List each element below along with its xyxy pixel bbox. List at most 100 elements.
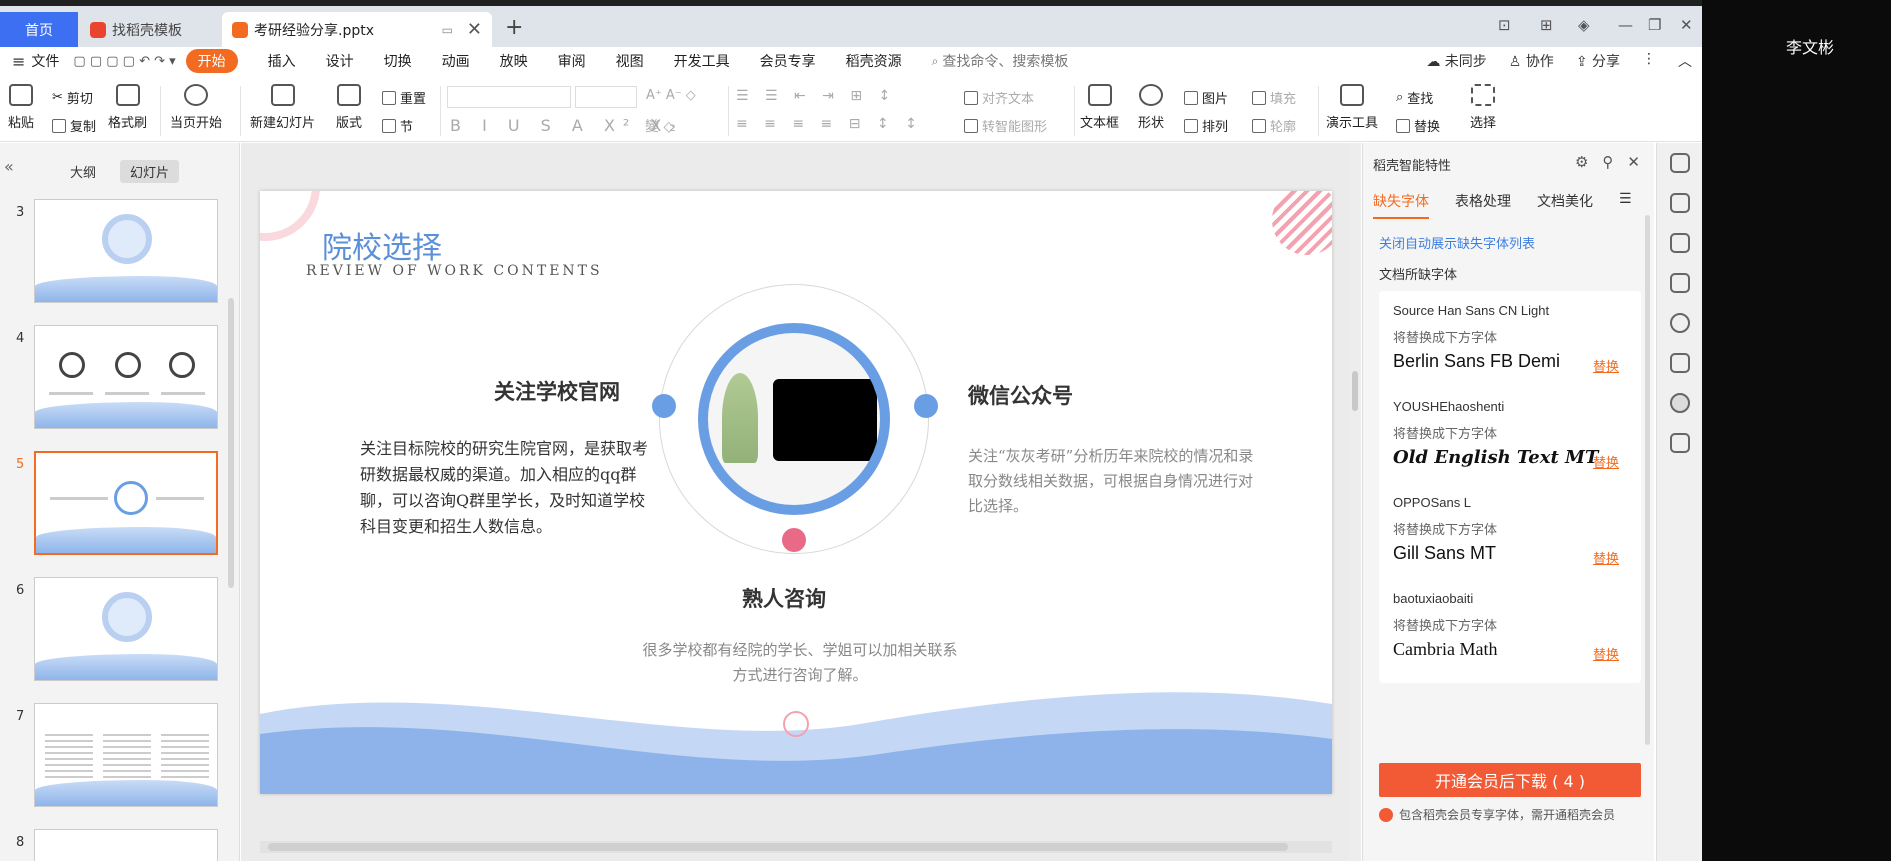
shape-button[interactable]: 形状 <box>1138 84 1164 131</box>
paste-button[interactable]: 粘贴 <box>8 84 34 131</box>
reset-button[interactable]: 重置 <box>382 88 426 107</box>
left-body-text[interactable]: 关注目标院校的研究生院官网，是获取考研数据最权威的渠道。加入相应的qq群聊，可以… <box>360 436 650 540</box>
sync-button[interactable]: ☁ 未同步 <box>1426 51 1486 71</box>
copy-button[interactable]: 复制 <box>52 116 96 135</box>
tab-table-processing[interactable]: 表格处理 <box>1455 191 1511 219</box>
paragraph-align-buttons[interactable]: ≡ ≡ ≡ ≡ ⊟ ↕ ↕ <box>736 116 923 132</box>
slide-thumbnail-6[interactable] <box>34 577 218 681</box>
select-button[interactable]: 选择 <box>1470 84 1496 131</box>
copy-panel-icon[interactable] <box>1670 273 1690 293</box>
menu-member[interactable]: 会员专享 <box>760 51 816 71</box>
tab-slides[interactable]: 幻灯片 <box>120 160 180 183</box>
tab-doc-beautify[interactable]: 文档美化 <box>1537 191 1593 219</box>
star-icon[interactable] <box>1670 233 1690 253</box>
book-icon[interactable] <box>1670 433 1690 453</box>
float-window-icon[interactable]: ▭ <box>442 23 453 37</box>
menu-view[interactable]: 视图 <box>616 51 644 71</box>
skin-icon[interactable]: ◈ <box>1578 16 1590 34</box>
replace-button[interactable]: 替换 <box>1396 116 1440 135</box>
rocket-icon[interactable] <box>1670 153 1690 173</box>
collapse-ribbon-icon[interactable]: ︿ <box>1678 51 1692 71</box>
font-name-select[interactable] <box>447 86 571 108</box>
horizontal-scroll-thumb[interactable] <box>268 843 1288 851</box>
new-slide-button[interactable]: 新建幻灯片 <box>250 84 315 131</box>
menu-home[interactable]: 开始 <box>185 49 238 73</box>
list-buttons[interactable]: ☰ ☰ ⇤ ⇥ ⊞ ↕ <box>736 88 896 104</box>
more-icon[interactable]: ⋮ <box>1642 51 1656 71</box>
tab-outline[interactable]: 大纲 <box>60 160 106 183</box>
gear-icon[interactable]: ⚙ <box>1575 153 1588 171</box>
picture-button[interactable]: 图片 <box>1184 88 1228 107</box>
tab-home[interactable]: 首页 <box>0 12 78 47</box>
bottom-body-text[interactable]: 很多学校都有经院的学长、学姐可以加相关联系方式进行咨询了解。 <box>640 638 960 688</box>
share-button[interactable]: ⇪ 分享 <box>1576 51 1620 71</box>
slide-thumbnail-3[interactable] <box>34 199 218 303</box>
current-slide[interactable]: 院校选择 REVIEW OF WORK CONTENTS 关注学校官网 关注目标… <box>260 191 1332 794</box>
cut-button[interactable]: ✂ 剪切 <box>52 88 93 107</box>
play-from-current-button[interactable]: 当页开始 <box>170 84 222 131</box>
quick-access-toolbar[interactable]: ▢ ▢ ▢ ▢ ↶ ↷ ▾ <box>73 54 175 69</box>
close-window-button[interactable]: ✕ <box>1680 16 1693 34</box>
section-button[interactable]: 节 <box>382 116 413 135</box>
slide-subtitle[interactable]: REVIEW OF WORK CONTENTS <box>306 263 603 279</box>
format-painter-button[interactable]: 格式刷 <box>108 84 147 131</box>
layout-icon[interactable]: ⊡ <box>1498 16 1511 34</box>
menu-developer[interactable]: 开发工具 <box>674 51 730 71</box>
grid-icon[interactable]: ⊞ <box>1540 16 1553 34</box>
smartart-button[interactable]: 转智能图形 <box>964 116 1047 135</box>
left-heading[interactable]: 关注学校官网 <box>494 376 620 406</box>
bottom-heading[interactable]: 熟人咨询 <box>742 583 826 613</box>
close-tab-icon[interactable]: ✕ <box>467 19 482 40</box>
thumbnail-scrollbar[interactable] <box>228 298 234 588</box>
replace-font-button[interactable]: 替换 <box>1593 452 1619 471</box>
font-size-adjust[interactable]: A⁺ A⁻ ◇ <box>646 88 696 103</box>
replace-font-button[interactable]: 替换 <box>1593 356 1619 375</box>
collapse-panel-icon[interactable]: « <box>4 157 14 176</box>
font-size-select[interactable] <box>575 86 637 108</box>
collab-button[interactable]: ♙ 协作 <box>1509 51 1554 71</box>
minimize-button[interactable]: — <box>1618 16 1633 34</box>
slide-thumbnail-5[interactable] <box>34 451 218 555</box>
menu-review[interactable]: 审阅 <box>558 51 586 71</box>
vertical-scrollbar[interactable] <box>1349 143 1361 861</box>
command-search[interactable]: 查找命令、搜索模板 <box>942 51 1068 71</box>
slide-thumbnail-8[interactable] <box>34 829 218 861</box>
slide-thumbnail-7[interactable] <box>34 703 218 807</box>
magic-icon[interactable] <box>1670 353 1690 373</box>
align-text-button[interactable]: 对齐文本 <box>964 88 1034 107</box>
menu-animation[interactable]: 动画 <box>442 51 470 71</box>
panel-scrollbar[interactable] <box>1645 215 1650 745</box>
panel-menu-icon[interactable]: ☰ <box>1619 191 1632 219</box>
menu-slideshow[interactable]: 放映 <box>500 51 528 71</box>
vip-download-button[interactable]: 开通会员后下载 ( 4 ) <box>1379 763 1641 797</box>
vertical-scroll-thumb[interactable] <box>1352 371 1358 411</box>
slide-thumbnail-4[interactable] <box>34 325 218 429</box>
tab-file[interactable]: 考研经验分享.pptx ▭ ✕ <box>222 12 492 47</box>
new-tab-button[interactable]: + <box>505 15 523 40</box>
disable-auto-show-link[interactable]: 关闭自动展示缺失字体列表 <box>1379 233 1535 252</box>
find-button[interactable]: ⌕ 查找 <box>1396 88 1433 107</box>
char-spacing-button[interactable]: 變 ◇ <box>645 116 674 136</box>
right-body-text[interactable]: 关注“灰灰考研”分析历年来院校的情况和录取分数线相关数据，可根据自身情况进行对比… <box>968 444 1258 519</box>
replace-font-button[interactable]: 替换 <box>1593 548 1619 567</box>
menu-file[interactable]: 文件 <box>31 51 59 71</box>
present-tools-button[interactable]: 演示工具 <box>1326 84 1378 131</box>
tab-missing-fonts[interactable]: 缺失字体 <box>1373 191 1429 219</box>
outline-button[interactable]: 轮廓 <box>1252 116 1296 135</box>
menu-transition[interactable]: 切换 <box>384 51 412 71</box>
textbox-button[interactable]: 文本框 <box>1080 84 1119 131</box>
layout-button[interactable]: 版式 <box>336 84 362 131</box>
center-image-frame[interactable] <box>698 323 890 515</box>
help-icon[interactable] <box>1670 313 1690 333</box>
menu-design[interactable]: 设计 <box>326 51 354 71</box>
close-icon[interactable]: ✕ <box>1627 153 1640 171</box>
slide-title[interactable]: 院校选择 <box>322 223 442 267</box>
arrange-button[interactable]: 排列 <box>1184 116 1228 135</box>
replace-font-button[interactable]: 替换 <box>1593 644 1619 663</box>
sliders-icon[interactable] <box>1670 193 1690 213</box>
hamburger-icon[interactable]: ≡ <box>12 52 25 71</box>
horizontal-scrollbar[interactable] <box>260 841 1332 853</box>
panel-title[interactable]: 稻壳智能特性 <box>1373 155 1451 174</box>
menu-insert[interactable]: 插入 <box>268 51 296 71</box>
pin-icon[interactable]: ⚲ <box>1602 153 1613 171</box>
